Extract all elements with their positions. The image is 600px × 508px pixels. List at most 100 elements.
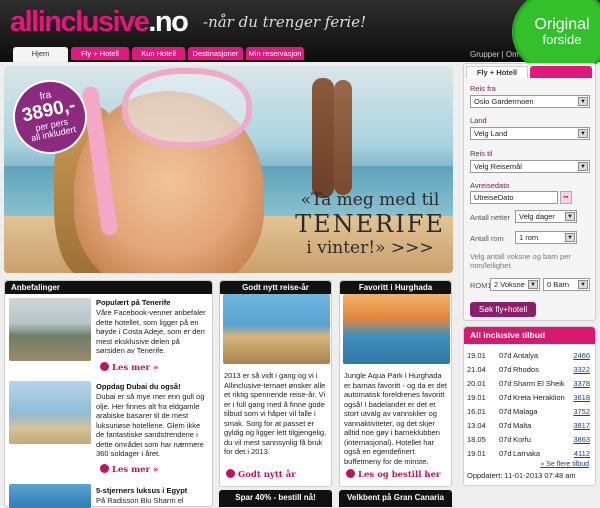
item-body: På Radisson Blu Sharm el	[96, 496, 184, 505]
rooms-select[interactable]: 1 rom ▼	[515, 231, 577, 244]
nights-select[interactable]: Velg dager ▼	[515, 210, 577, 223]
deal-row[interactable]: 13.04 07d Malta 3817	[467, 420, 592, 432]
news-image[interactable]	[223, 294, 330, 364]
deal-price-link[interactable]: 3817	[573, 420, 590, 432]
deal-price-link[interactable]: 3618	[573, 392, 590, 404]
favorite-body: Jungle Aqua Park i Hurghada er barnas fa…	[344, 371, 447, 466]
country-value: Velg Land	[474, 129, 508, 138]
adults-select[interactable]: 2 Voksne ▼	[490, 278, 540, 291]
from-select[interactable]: Oslo Gardermoen ▼	[470, 95, 590, 108]
children-select[interactable]: 0 Barn ▼	[543, 278, 590, 291]
tab-min-reservasjon[interactable]: Min reservasjon	[246, 47, 304, 60]
deal-nights: 07d	[499, 407, 512, 416]
site-slogan: -når du trenger ferie!	[203, 13, 367, 31]
item-body: Dubai er så mye mer enn gull og olje. He…	[96, 392, 205, 458]
deal-price-link[interactable]: 3322	[573, 364, 590, 376]
deal-date: 20.01	[467, 379, 486, 388]
country-select[interactable]: Velg Land ▼	[470, 127, 590, 140]
deal-row[interactable]: 19.01 07d Antalya 2466	[467, 350, 592, 362]
tab-hjem[interactable]: Hjem	[13, 47, 68, 62]
hero-tagline: «Ta meg med til TENERIFE i vinter!» >>>	[290, 190, 450, 258]
updated-timestamp: Oppdatert: 11-01-2013 07:48 am	[467, 471, 576, 480]
adults-value: 2 Voksne	[494, 280, 525, 289]
deal-date: 21.04	[467, 365, 486, 374]
item-title[interactable]: Oppdag Dubai du også!	[96, 382, 181, 391]
deal-row[interactable]: 20.01 07d Sharm El Sheik 3378	[467, 378, 592, 390]
save-40-box-title[interactable]: Spar 40% - bestill nå!	[219, 490, 332, 507]
tab-kun-hotell[interactable]: Kun Hotell	[132, 47, 185, 60]
nights-label: Antall netter	[470, 213, 511, 222]
hero-banner[interactable]: fra 3890,- per pers all inkludert «Ta me…	[4, 66, 453, 273]
deal-date: 18.05	[467, 435, 486, 444]
item-title[interactable]: 5-stjerners luksus i Egypt	[96, 486, 187, 495]
persons-label: Velg antall voksne og barn per rom/leili…	[470, 252, 571, 270]
deal-row[interactable]: 18.05 07d Korfu 3863	[467, 434, 592, 446]
calendar-icon[interactable]: ▪▪	[560, 191, 572, 204]
egypt-thumbnail[interactable]	[9, 484, 91, 508]
nights-value: Velg dager	[519, 212, 555, 221]
tab-fly-hotell-booking[interactable]: Fly + Hotell	[466, 66, 528, 78]
deal-date: 13.04	[467, 421, 486, 430]
news-box: Godt nytt reise-år 2013 er så vidt i gan…	[219, 280, 332, 487]
from-value: Oslo Gardermoen	[474, 97, 534, 106]
hero-person	[334, 80, 352, 195]
more-deals-link[interactable]: » Se flere tilbud	[540, 461, 589, 468]
deal-row[interactable]: 21.04 07d Rhodos 3322	[467, 364, 592, 376]
gran-canaria-box-title[interactable]: Velkbent på Gran Canaria	[339, 490, 452, 507]
favorite-more-label: Les og bestill her	[358, 470, 441, 480]
logo-main: allinclusive	[10, 6, 150, 38]
deal-nights: 07d	[499, 435, 512, 444]
read-more-label: Les mer »	[112, 363, 159, 373]
from-label: Reis fra	[470, 84, 496, 93]
rooms-label: Antall rom	[470, 234, 504, 243]
dubai-thumbnail[interactable]	[9, 381, 91, 444]
deal-price-link[interactable]: 2466	[573, 350, 590, 362]
deal-date: 19.01	[467, 351, 486, 360]
badge-line2: forside	[542, 32, 582, 47]
deal-row[interactable]: 19.01 07d Larnaka 4112	[467, 448, 592, 460]
destination-select[interactable]: Velg Reisemål ▼	[470, 160, 590, 173]
deal-price-link[interactable]: 3752	[573, 406, 590, 418]
deal-nights: 07d	[499, 365, 512, 374]
deal-price-link[interactable]: 3378	[573, 378, 590, 390]
top-links[interactable]: Grupper | Om	[470, 50, 519, 59]
hero-dive-mask	[122, 68, 252, 148]
deal-price-link[interactable]: 4112	[574, 448, 590, 460]
booking-tabs: Fly + Hotell	[464, 64, 595, 78]
favorite-order-link[interactable]: Les og bestill her	[346, 469, 440, 480]
item-body: Våre Facebook-venner anbefaler dette hot…	[96, 308, 206, 355]
date-label: Avreisedato	[470, 181, 510, 190]
deal-destination: Larnaka	[513, 449, 541, 458]
read-more-link[interactable]: Les mer »	[100, 464, 158, 475]
chevron-down-icon: ▼	[578, 129, 588, 138]
deals-panel: All inclusive tilbud 19.01 07d Antalya 2466…	[463, 326, 596, 486]
read-more-link[interactable]: Les mer »	[100, 362, 158, 373]
deal-destination: Rhodos	[513, 365, 539, 374]
deal-nights: 07d	[499, 421, 512, 430]
destination-value: Velg Reisemål	[474, 162, 522, 171]
tenerife-thumbnail[interactable]	[9, 298, 91, 361]
favorite-box: Favoritt i Hurghada Jungle Aqua Park i H…	[339, 280, 452, 487]
favorite-title: Favoritt i Hurghada	[340, 281, 451, 294]
destination-label: Reis til	[470, 149, 493, 158]
favorite-image[interactable]	[343, 294, 450, 364]
deal-row[interactable]: 19.01 07d Kreta Heraklion 3618	[467, 392, 592, 404]
arrow-icon	[100, 362, 109, 371]
deal-destination: Antalya	[513, 351, 539, 360]
deal-destination: Sharm El Sheik	[513, 379, 565, 388]
recommendations-box: Anbefalinger Populært på Tenerife Våre F…	[4, 280, 213, 508]
deal-nights: 07d	[499, 449, 512, 458]
country-label: Land	[470, 116, 487, 125]
item-title[interactable]: Populært på Tenerife	[96, 298, 170, 307]
site-logo[interactable]: allinclusive.no	[10, 5, 189, 39]
tab-destinasjoner[interactable]: Destinasjoner	[188, 47, 243, 60]
tab-second-booking[interactable]	[530, 66, 592, 78]
news-read-more-link[interactable]: Godt nytt år	[226, 469, 296, 480]
search-button[interactable]: Søk fly+hotell	[470, 302, 536, 317]
deal-price-link[interactable]: 3863	[573, 434, 590, 446]
arrow-icon	[100, 464, 109, 473]
date-input[interactable]: UtreiseDato	[470, 191, 558, 204]
tab-fly-hotell[interactable]: Fly + Hotell	[71, 47, 129, 60]
news-title: Godt nytt reise-år	[220, 281, 331, 294]
deal-row[interactable]: 16.01 07d Malaga 3752	[467, 406, 592, 418]
